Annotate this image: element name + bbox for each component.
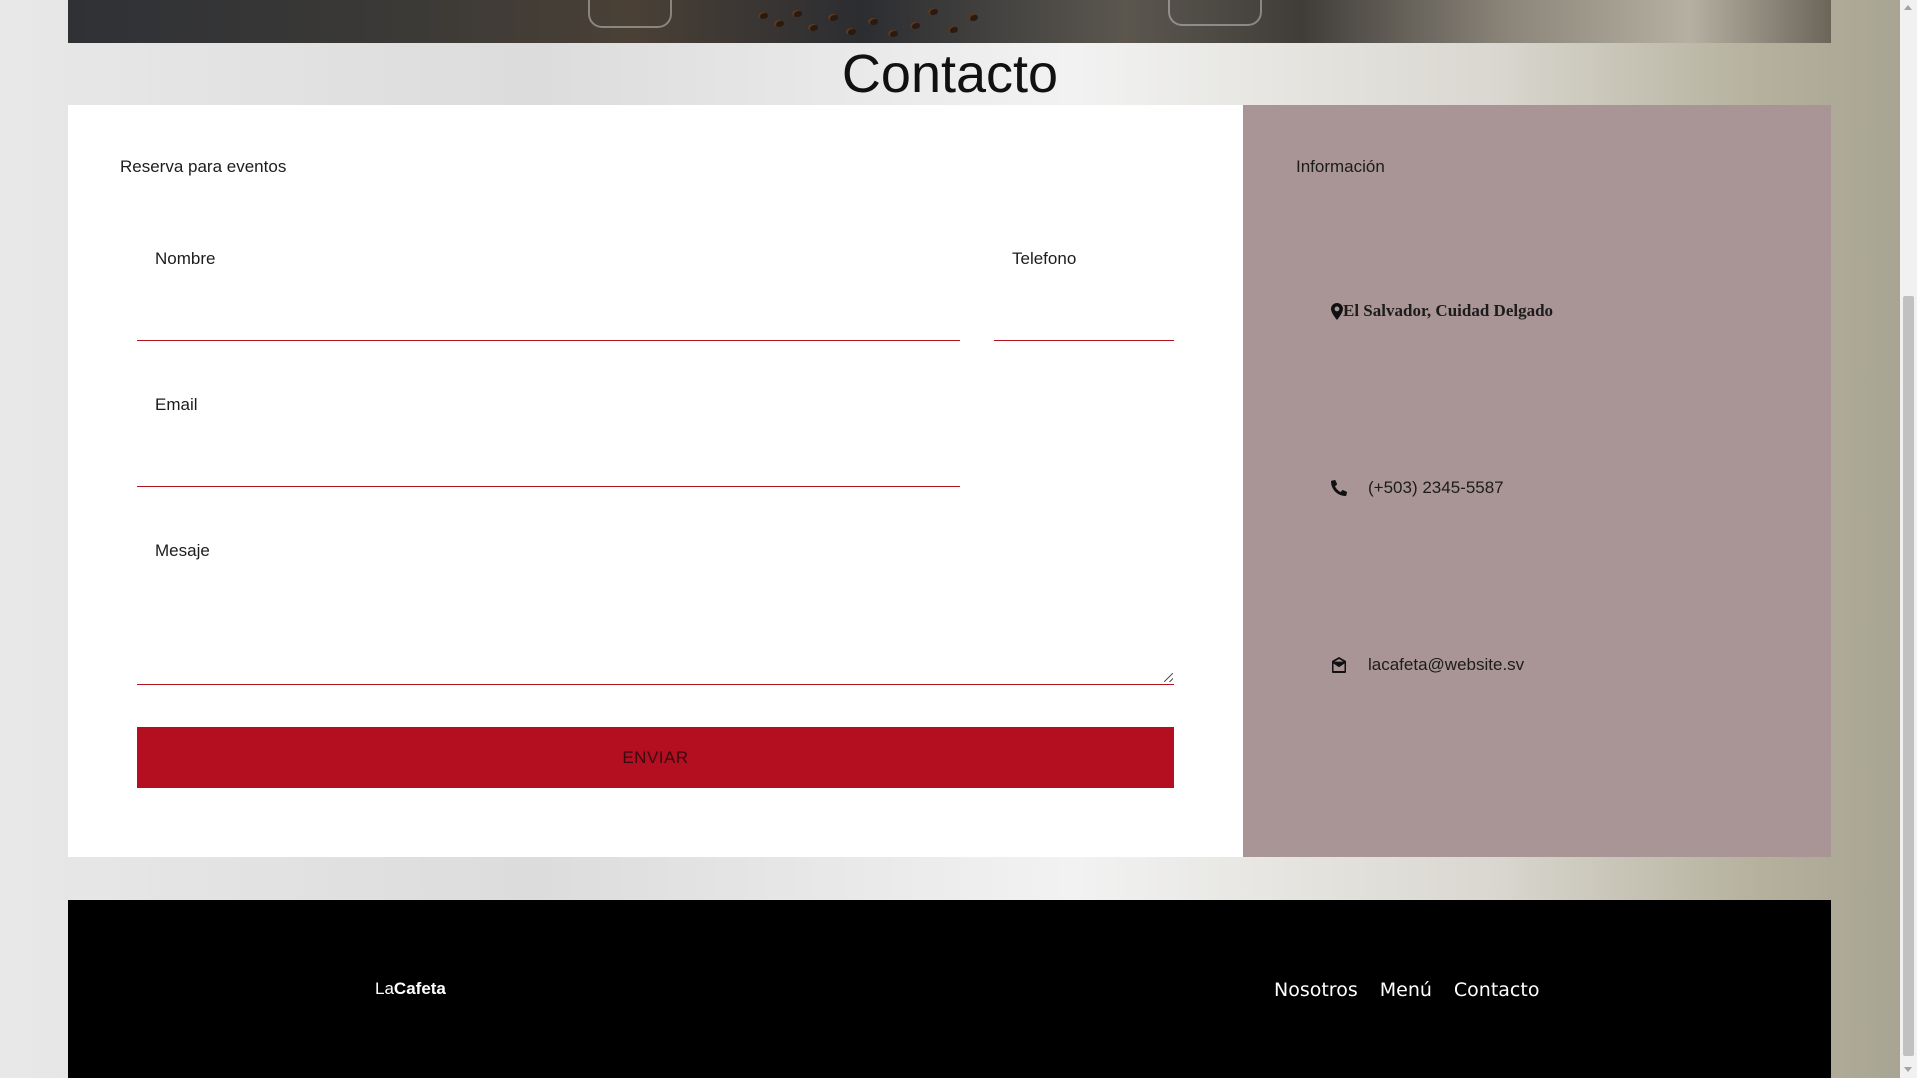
message-textarea[interactable]: Mesaje [137,539,1174,685]
page-title: Contacto [841,44,1059,104]
brand-prefix: La [375,979,394,998]
scroll-up-arrow-icon[interactable] [1904,5,1912,10]
phone-icon [1330,478,1348,498]
envelope-open-icon [1330,655,1348,675]
phone-row: (+503) 2345-5587 [1330,478,1504,498]
nav-contacto[interactable]: Contacto [1454,979,1540,1001]
resize-grip-icon[interactable] [1164,673,1173,682]
scroll-thumb[interactable] [1903,296,1914,1056]
page-scrollbar[interactable] [1900,0,1917,1078]
message-label: Mesaje [155,541,210,560]
send-button[interactable]: ENVIAR [137,727,1174,788]
nav-menu[interactable]: Menú [1380,979,1432,1001]
hero-image-strip [68,0,1831,43]
email-row: lacafeta@website.sv [1330,655,1524,675]
scroll-down-arrow-icon[interactable] [1904,1067,1912,1072]
brand-bold: Cafeta [393,979,446,998]
address-row: El Salvador, Cuidad Delgado [1330,301,1553,321]
email-input[interactable]: Email [137,393,960,487]
address-text: El Salvador, Cuidad Delgado [1343,301,1554,320]
email-label: Email [155,395,198,414]
footer: LaCafeta Nosotros Menú Contacto [68,900,1831,1078]
form-heading: Reserva para eventos [120,157,287,176]
info-heading: Información [1296,157,1385,176]
footer-nav: Nosotros Menú Contacto [1274,979,1539,1001]
phone-text: (+503) 2345-5587 [1368,478,1504,497]
phone-input[interactable]: Telefono [994,247,1174,341]
name-label: Nombre [155,249,216,268]
name-input[interactable]: Nombre [137,247,960,341]
email-text: lacafeta@website.sv [1368,655,1525,674]
info-panel: Información El Salvador, Cuidad Delgado … [1243,105,1831,857]
brand-logo[interactable]: LaCafeta [375,979,446,999]
phone-label: Telefono [1012,249,1077,268]
nav-nosotros[interactable]: Nosotros [1274,979,1358,1001]
map-marker-icon [1330,301,1343,321]
